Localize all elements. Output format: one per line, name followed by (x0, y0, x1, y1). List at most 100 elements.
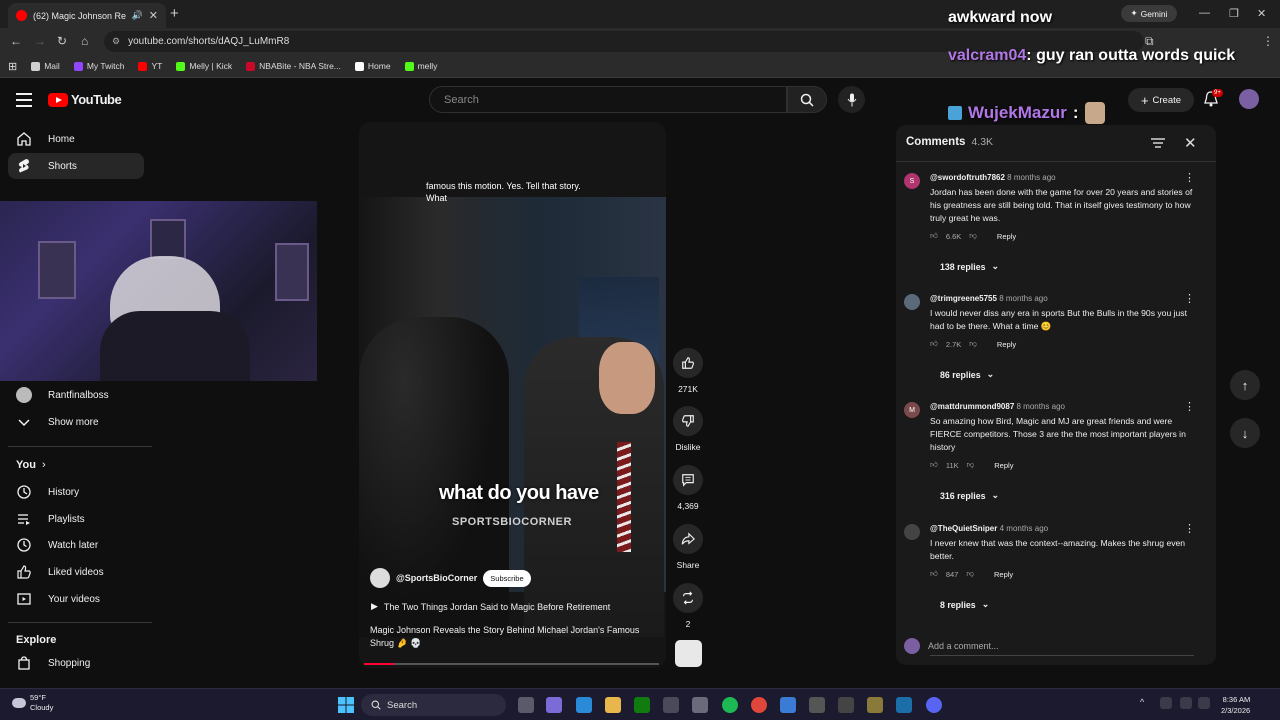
remix-action[interactable]: 2 (672, 583, 704, 629)
bookmark-item[interactable]: melly (404, 61, 437, 71)
taskbar-clock[interactable]: 8:36 AM 2/3/2026 (1221, 694, 1250, 716)
edge-icon[interactable] (576, 697, 592, 713)
app-icon[interactable] (780, 697, 796, 713)
voice-search-button[interactable] (838, 86, 865, 113)
previous-short-button[interactable]: ↑ (1230, 370, 1260, 400)
comments-action[interactable]: 4,369 (672, 465, 704, 511)
comment-replies-toggle[interactable]: 8 replies ⌄ (940, 599, 989, 610)
comment-dislike-icon[interactable]: 👎︎ (969, 231, 977, 241)
back-icon[interactable]: ← (10, 34, 22, 48)
sidebar-item-playlists[interactable]: Playlists (8, 506, 144, 532)
dislike-button[interactable] (673, 406, 703, 436)
xbox-icon[interactable] (634, 697, 650, 713)
video-title[interactable]: Magic Johnson Reveals the Story Behind M… (370, 624, 655, 650)
comment-author[interactable]: @mattdrummond9087 8 months ago (930, 402, 1065, 411)
sidebar-item-shorts[interactable]: Shorts (8, 153, 144, 179)
comment-reply-button[interactable]: Reply (994, 461, 1013, 470)
sidebar-item-history[interactable]: History (8, 479, 144, 505)
home-icon[interactable]: ⌂ (81, 34, 88, 48)
comment-reply-button[interactable]: Reply (997, 340, 1016, 349)
tab-audio-icon[interactable]: 🔊 (132, 10, 143, 21)
site-info-icon[interactable]: ⚙ (112, 36, 120, 47)
subscribe-button[interactable]: Subscribe (483, 569, 531, 587)
bookmark-item[interactable]: Mail (31, 61, 60, 71)
sidebar-item-shopping[interactable]: Shopping (8, 650, 144, 676)
discord-icon[interactable] (926, 697, 942, 713)
comment-menu-icon[interactable]: ⋮ (1184, 400, 1195, 413)
like-button[interactable] (673, 348, 703, 378)
browser-tab[interactable]: (62) Magic Johnson Reveals 🔊 ✕ (8, 3, 166, 28)
close-icon[interactable]: ✕ (1184, 134, 1197, 152)
window-close-icon[interactable]: ✕ (1257, 7, 1266, 20)
comment-menu-icon[interactable]: ⋮ (1184, 522, 1195, 535)
settings-icon[interactable] (663, 697, 679, 713)
task-view-icon[interactable] (518, 697, 534, 713)
sidebar-you-heading[interactable]: You › (16, 459, 46, 471)
minimize-icon[interactable]: — (1199, 7, 1210, 19)
shorts-video-player[interactable]: famous this motion. Yes. Tell that story… (359, 122, 666, 668)
comment-avatar[interactable]: M (904, 402, 920, 418)
channel-name[interactable]: @SportsBioCorner (396, 573, 477, 583)
comment-author[interactable]: @trimgreene5755 8 months ago (930, 294, 1048, 303)
file-explorer-icon[interactable] (605, 697, 621, 713)
comments-button[interactable] (673, 465, 703, 495)
comment-avatar[interactable]: S (904, 173, 920, 189)
like-action[interactable]: 271K (672, 348, 704, 394)
weather-widget[interactable]: 59°F Cloudy (12, 693, 53, 713)
comment-author[interactable]: @TheQuietSniper 4 months ago (930, 524, 1048, 533)
playlist-link[interactable]: ▶ The Two Things Jordan Said to Magic Be… (371, 601, 610, 612)
tab-close-icon[interactable]: ✕ (149, 9, 158, 22)
copilot-icon[interactable] (546, 697, 562, 713)
comment-menu-icon[interactable]: ⋮ (1184, 292, 1195, 305)
gemini-button[interactable]: ✦ Gemini (1121, 5, 1177, 22)
next-short-button[interactable]: ↓ (1230, 418, 1260, 448)
bookmark-item[interactable]: Home (354, 61, 391, 71)
comment-replies-toggle[interactable]: 316 replies ⌄ (940, 490, 999, 501)
share-action[interactable]: Share (672, 524, 704, 570)
comment-avatar[interactable] (904, 524, 920, 540)
dislike-action[interactable]: Dislike (672, 406, 704, 452)
sound-thumbnail[interactable] (675, 640, 702, 667)
comment-like-icon[interactable]: 👍︎ (930, 569, 938, 579)
share-button[interactable] (673, 524, 703, 554)
comment-avatar[interactable] (904, 294, 920, 310)
sidebar-subscription-rantfinalboss[interactable]: Rantfinalboss (8, 382, 144, 408)
comment-replies-toggle[interactable]: 138 replies ⌄ (940, 261, 999, 272)
video-progress-bar[interactable] (364, 663, 659, 665)
taskbar-search[interactable]: Search (361, 694, 506, 716)
youtube-logo[interactable]: YouTube (48, 92, 122, 107)
add-comment-field[interactable]: Add a comment... (904, 638, 1196, 656)
bookmark-item[interactable]: YT (138, 61, 162, 71)
media-player-icon[interactable] (809, 697, 825, 713)
bookmark-item[interactable]: My Twitch (73, 61, 124, 71)
sidebar-item-home[interactable]: Home (8, 126, 144, 152)
app-icon[interactable] (867, 697, 883, 713)
comment-author[interactable]: @swordoftruth7862 8 months ago (930, 173, 1056, 182)
search-input[interactable]: Search (429, 86, 787, 113)
spotify-icon[interactable] (722, 697, 738, 713)
search-button[interactable] (787, 86, 827, 113)
user-avatar[interactable] (1239, 89, 1259, 109)
reload-icon[interactable]: ↻ (57, 34, 67, 48)
create-button[interactable]: + Create (1128, 88, 1194, 112)
new-tab-icon[interactable]: + (170, 5, 179, 22)
channel-avatar[interactable] (370, 568, 390, 588)
comment-like-icon[interactable]: 👍︎ (930, 231, 938, 241)
forward-icon[interactable]: → (34, 34, 46, 48)
volume-icon[interactable] (1198, 697, 1210, 709)
comment-like-icon[interactable]: 👍︎ (930, 339, 938, 349)
remix-button[interactable] (673, 583, 703, 613)
sort-icon[interactable] (1151, 137, 1165, 149)
steam-icon[interactable] (896, 697, 912, 713)
tray-chevron-icon[interactable]: ^ (1140, 697, 1150, 713)
comment-reply-button[interactable]: Reply (994, 570, 1013, 579)
comment-menu-icon[interactable]: ⋮ (1184, 171, 1195, 184)
sidebar-item-watch-later[interactable]: Watch later (8, 532, 144, 558)
chrome-icon[interactable] (751, 697, 767, 713)
show-more-button[interactable]: Show more (8, 409, 144, 435)
bookmark-item[interactable]: NBABite - NBA Stre... (246, 61, 341, 71)
bookmark-item[interactable]: Melly | Kick (176, 61, 232, 71)
tray-icon[interactable] (1160, 697, 1172, 709)
menu-icon[interactable] (16, 93, 32, 111)
browser-menu-icon[interactable]: ⋮ (1262, 34, 1274, 48)
